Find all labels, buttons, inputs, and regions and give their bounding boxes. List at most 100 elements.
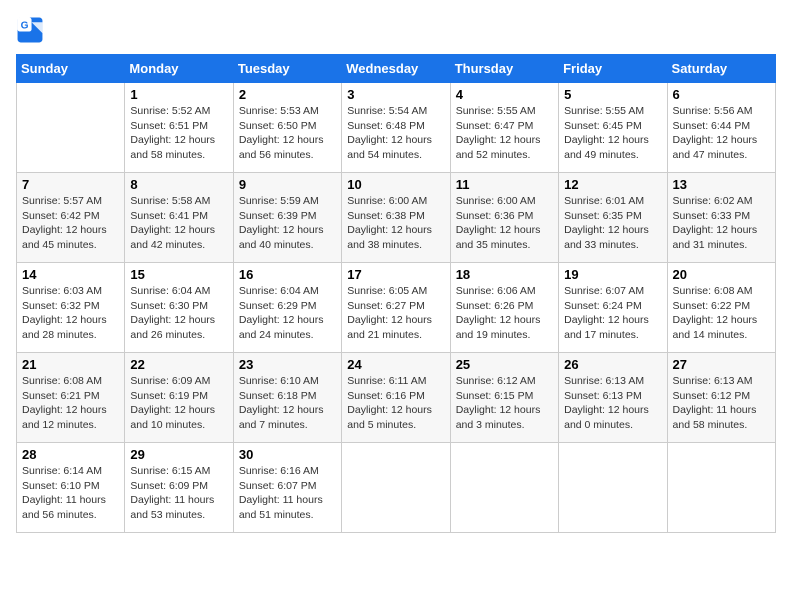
day-info: Sunrise: 6:16 AM Sunset: 6:07 PM Dayligh… <box>239 464 336 523</box>
calendar-cell: 12 Sunrise: 6:01 AM Sunset: 6:35 PM Dayli… <box>559 173 667 263</box>
day-number: 30 <box>239 447 336 462</box>
logo-icon: G <box>16 16 44 44</box>
day-info: Sunrise: 5:53 AM Sunset: 6:50 PM Dayligh… <box>239 104 336 163</box>
calendar-cell: 15 Sunrise: 6:04 AM Sunset: 6:30 PM Dayli… <box>125 263 233 353</box>
calendar-cell: 9 Sunrise: 5:59 AM Sunset: 6:39 PM Daylig… <box>233 173 341 263</box>
calendar-week-row: 7 Sunrise: 5:57 AM Sunset: 6:42 PM Daylig… <box>17 173 776 263</box>
calendar-cell: 27 Sunrise: 6:13 AM Sunset: 6:12 PM Dayli… <box>667 353 775 443</box>
calendar-header-row: SundayMondayTuesdayWednesdayThursdayFrid… <box>17 55 776 83</box>
page-header: G <box>16 16 776 44</box>
day-number: 12 <box>564 177 661 192</box>
calendar-cell: 1 Sunrise: 5:52 AM Sunset: 6:51 PM Daylig… <box>125 83 233 173</box>
day-info: Sunrise: 6:01 AM Sunset: 6:35 PM Dayligh… <box>564 194 661 253</box>
day-header-thursday: Thursday <box>450 55 558 83</box>
calendar-cell: 19 Sunrise: 6:07 AM Sunset: 6:24 PM Dayli… <box>559 263 667 353</box>
day-info: Sunrise: 6:04 AM Sunset: 6:29 PM Dayligh… <box>239 284 336 343</box>
day-number: 19 <box>564 267 661 282</box>
day-number: 28 <box>22 447 119 462</box>
day-info: Sunrise: 5:58 AM Sunset: 6:41 PM Dayligh… <box>130 194 227 253</box>
svg-text:G: G <box>21 20 29 31</box>
day-info: Sunrise: 5:59 AM Sunset: 6:39 PM Dayligh… <box>239 194 336 253</box>
day-number: 13 <box>673 177 770 192</box>
day-info: Sunrise: 5:55 AM Sunset: 6:47 PM Dayligh… <box>456 104 553 163</box>
calendar-cell <box>17 83 125 173</box>
day-number: 8 <box>130 177 227 192</box>
day-header-wednesday: Wednesday <box>342 55 450 83</box>
day-info: Sunrise: 5:57 AM Sunset: 6:42 PM Dayligh… <box>22 194 119 253</box>
calendar-cell: 8 Sunrise: 5:58 AM Sunset: 6:41 PM Daylig… <box>125 173 233 263</box>
day-number: 22 <box>130 357 227 372</box>
day-header-friday: Friday <box>559 55 667 83</box>
day-number: 24 <box>347 357 444 372</box>
day-number: 26 <box>564 357 661 372</box>
day-header-tuesday: Tuesday <box>233 55 341 83</box>
calendar-cell: 28 Sunrise: 6:14 AM Sunset: 6:10 PM Dayli… <box>17 443 125 533</box>
day-info: Sunrise: 6:10 AM Sunset: 6:18 PM Dayligh… <box>239 374 336 433</box>
calendar-cell: 2Sunrise: 5:53 AM Sunset: 6:50 PM Daylig… <box>233 83 341 173</box>
day-number: 18 <box>456 267 553 282</box>
calendar-cell: 10 Sunrise: 6:00 AM Sunset: 6:38 PM Dayli… <box>342 173 450 263</box>
day-header-saturday: Saturday <box>667 55 775 83</box>
logo: G <box>16 16 48 44</box>
day-number: 11 <box>456 177 553 192</box>
calendar-cell: 11Sunrise: 6:00 AM Sunset: 6:36 PM Dayli… <box>450 173 558 263</box>
calendar-cell: 26Sunrise: 6:13 AM Sunset: 6:13 PM Dayli… <box>559 353 667 443</box>
calendar-cell: 6 Sunrise: 5:56 AM Sunset: 6:44 PM Daylig… <box>667 83 775 173</box>
day-number: 1 <box>130 87 227 102</box>
day-info: Sunrise: 6:08 AM Sunset: 6:22 PM Dayligh… <box>673 284 770 343</box>
day-number: 20 <box>673 267 770 282</box>
calendar-cell: 4 Sunrise: 5:55 AM Sunset: 6:47 PM Daylig… <box>450 83 558 173</box>
day-info: Sunrise: 6:06 AM Sunset: 6:26 PM Dayligh… <box>456 284 553 343</box>
day-number: 16 <box>239 267 336 282</box>
day-number: 6 <box>673 87 770 102</box>
calendar-cell: 14 Sunrise: 6:03 AM Sunset: 6:32 PM Dayli… <box>17 263 125 353</box>
calendar-cell: 25Sunrise: 6:12 AM Sunset: 6:15 PM Dayli… <box>450 353 558 443</box>
calendar-cell: 23 Sunrise: 6:10 AM Sunset: 6:18 PM Dayli… <box>233 353 341 443</box>
calendar-cell: 22 Sunrise: 6:09 AM Sunset: 6:19 PM Dayli… <box>125 353 233 443</box>
day-number: 10 <box>347 177 444 192</box>
day-number: 23 <box>239 357 336 372</box>
day-number: 9 <box>239 177 336 192</box>
day-info: Sunrise: 6:11 AM Sunset: 6:16 PM Dayligh… <box>347 374 444 433</box>
day-info: Sunrise: 5:56 AM Sunset: 6:44 PM Dayligh… <box>673 104 770 163</box>
day-info: Sunrise: 6:05 AM Sunset: 6:27 PM Dayligh… <box>347 284 444 343</box>
day-info: Sunrise: 6:12 AM Sunset: 6:15 PM Dayligh… <box>456 374 553 433</box>
day-number: 17 <box>347 267 444 282</box>
calendar-table: SundayMondayTuesdayWednesdayThursdayFrid… <box>16 54 776 533</box>
day-info: Sunrise: 6:14 AM Sunset: 6:10 PM Dayligh… <box>22 464 119 523</box>
calendar-cell: 20 Sunrise: 6:08 AM Sunset: 6:22 PM Dayli… <box>667 263 775 353</box>
calendar-cell: 13 Sunrise: 6:02 AM Sunset: 6:33 PM Dayli… <box>667 173 775 263</box>
calendar-week-row: 1 Sunrise: 5:52 AM Sunset: 6:51 PM Daylig… <box>17 83 776 173</box>
day-header-sunday: Sunday <box>17 55 125 83</box>
day-info: Sunrise: 6:04 AM Sunset: 6:30 PM Dayligh… <box>130 284 227 343</box>
calendar-cell: 29Sunrise: 6:15 AM Sunset: 6:09 PM Dayli… <box>125 443 233 533</box>
day-info: Sunrise: 5:52 AM Sunset: 6:51 PM Dayligh… <box>130 104 227 163</box>
day-number: 15 <box>130 267 227 282</box>
calendar-cell <box>450 443 558 533</box>
day-number: 14 <box>22 267 119 282</box>
calendar-week-row: 14 Sunrise: 6:03 AM Sunset: 6:32 PM Dayli… <box>17 263 776 353</box>
day-number: 7 <box>22 177 119 192</box>
day-info: Sunrise: 5:55 AM Sunset: 6:45 PM Dayligh… <box>564 104 661 163</box>
day-number: 3 <box>347 87 444 102</box>
day-number: 4 <box>456 87 553 102</box>
day-info: Sunrise: 6:02 AM Sunset: 6:33 PM Dayligh… <box>673 194 770 253</box>
day-info: Sunrise: 6:09 AM Sunset: 6:19 PM Dayligh… <box>130 374 227 433</box>
day-info: Sunrise: 6:13 AM Sunset: 6:12 PM Dayligh… <box>673 374 770 433</box>
day-number: 27 <box>673 357 770 372</box>
day-info: Sunrise: 6:00 AM Sunset: 6:38 PM Dayligh… <box>347 194 444 253</box>
day-info: Sunrise: 6:08 AM Sunset: 6:21 PM Dayligh… <box>22 374 119 433</box>
calendar-cell: 5 Sunrise: 5:55 AM Sunset: 6:45 PM Daylig… <box>559 83 667 173</box>
calendar-week-row: 28 Sunrise: 6:14 AM Sunset: 6:10 PM Dayli… <box>17 443 776 533</box>
calendar-cell: 24 Sunrise: 6:11 AM Sunset: 6:16 PM Dayli… <box>342 353 450 443</box>
day-info: Sunrise: 6:15 AM Sunset: 6:09 PM Dayligh… <box>130 464 227 523</box>
calendar-cell <box>559 443 667 533</box>
day-number: 5 <box>564 87 661 102</box>
day-info: Sunrise: 6:07 AM Sunset: 6:24 PM Dayligh… <box>564 284 661 343</box>
calendar-cell: 21 Sunrise: 6:08 AM Sunset: 6:21 PM Dayli… <box>17 353 125 443</box>
calendar-cell <box>667 443 775 533</box>
calendar-cell: 16 Sunrise: 6:04 AM Sunset: 6:29 PM Dayli… <box>233 263 341 353</box>
calendar-cell: 7 Sunrise: 5:57 AM Sunset: 6:42 PM Daylig… <box>17 173 125 263</box>
day-number: 21 <box>22 357 119 372</box>
day-info: Sunrise: 6:03 AM Sunset: 6:32 PM Dayligh… <box>22 284 119 343</box>
